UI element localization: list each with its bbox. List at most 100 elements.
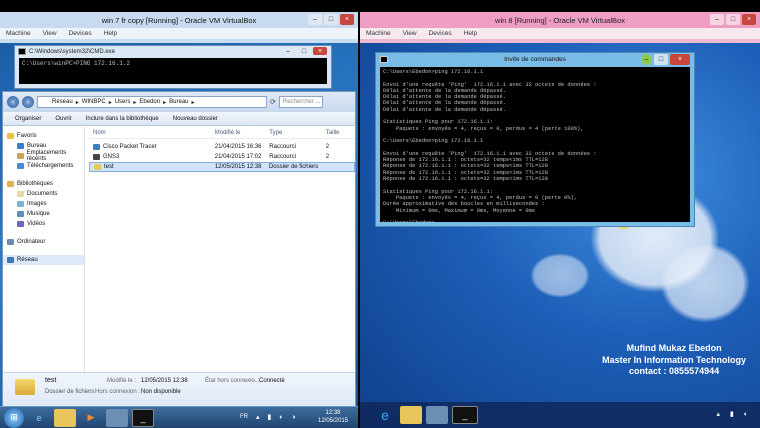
file-type: Dossier de fichiers <box>268 164 319 170</box>
crumb-bureau[interactable]: Bureau <box>169 99 188 105</box>
cmd-minimize-button[interactable]: – <box>281 47 295 55</box>
close-button[interactable]: × <box>742 14 756 25</box>
menu-help[interactable]: Help <box>104 30 117 37</box>
crumb-reseau[interactable]: Réseau <box>52 99 73 105</box>
menu-machine[interactable]: Machine <box>366 30 391 37</box>
minimize-button[interactable]: – <box>710 14 724 25</box>
column-modified[interactable]: Modifié le <box>215 130 270 136</box>
nav-item-music[interactable]: Musique <box>3 209 84 219</box>
cmd8-maximize-button[interactable]: □ <box>654 54 668 65</box>
nav-item-videos[interactable]: Vidéos <box>3 219 84 229</box>
cmd-maximize-button[interactable]: □ <box>297 47 311 55</box>
language-indicator[interactable]: FR <box>240 414 248 420</box>
images-icon <box>17 201 24 207</box>
nav-item-documents[interactable]: Documents <box>3 189 84 199</box>
clock-date: 12/05/2015 <box>318 418 349 424</box>
file-list: Nom Modifié le Type Taille Cisco Packet … <box>89 127 355 372</box>
column-name[interactable]: Nom <box>89 130 215 136</box>
crumb-ebedon[interactable]: Ebedon <box>139 99 160 105</box>
refresh-icon[interactable]: ⟳ <box>270 98 276 106</box>
nav-label: Bibliothèques <box>17 181 54 187</box>
navigation-pane: Favoris Bureau Emplacements récents Télé… <box>3 127 85 372</box>
breadcrumb[interactable]: Réseau ▸ WINBPC ▸ Users ▸ Ebedon ▸ Bureau ▸ <box>37 96 267 108</box>
nav-libraries[interactable]: Bibliothèques <box>3 179 84 189</box>
explorer-taskbar-icon[interactable] <box>54 408 76 427</box>
file-size: 2 <box>325 154 330 160</box>
tray-icons[interactable]: ▴ ▮ ◐ ◑ <box>256 413 299 421</box>
file-row-selected[interactable]: test 12/05/2015 12:38 Dossier de fichier… <box>89 162 355 172</box>
menu-machine[interactable]: Machine <box>6 30 31 37</box>
internet-explorer-icon[interactable]: e <box>28 409 50 427</box>
new-folder-button[interactable]: Nouveau dossier <box>173 116 218 122</box>
maximize-button[interactable]: □ <box>324 14 338 25</box>
menu-help[interactable]: Help <box>464 30 477 37</box>
details-modified-label: Modifié le : <box>107 378 137 384</box>
right-vm-window: win 8 [Running] - Oracle VM VirtualBox –… <box>360 12 760 428</box>
nav-label: Images <box>27 201 47 207</box>
internet-explorer-icon[interactable]: e <box>374 406 396 424</box>
maximize-button[interactable]: □ <box>726 14 740 25</box>
forward-icon[interactable]: › <box>22 96 34 108</box>
nav-label: Téléchargements <box>27 163 74 169</box>
cmd8-close-button[interactable]: × <box>670 54 690 65</box>
cmd-icon <box>380 56 388 63</box>
network-taskbar-icon[interactable] <box>106 408 128 427</box>
menu-view[interactable]: View <box>403 30 417 37</box>
cmd-close-button[interactable]: × <box>313 47 327 55</box>
nav-label: Vidéos <box>27 221 46 227</box>
organize-button[interactable]: Organiser <box>15 116 41 122</box>
crumb-winbpc[interactable]: WINBPC <box>82 99 106 105</box>
credit-name: Mufind Mukaz Ebedon <box>626 343 722 353</box>
close-button[interactable]: × <box>340 14 354 25</box>
file-name: GNS3 <box>103 154 120 160</box>
media-player-icon[interactable]: ▶ <box>80 409 102 427</box>
right-vm-title: win 8 [Running] - Oracle VM VirtualBox <box>495 15 625 25</box>
include-library-button[interactable]: Inclure dans la bibliothèque <box>86 116 159 122</box>
wallpaper-flower <box>660 243 750 323</box>
cmd-taskbar-icon[interactable]: _ <box>132 408 154 427</box>
cmd8-minimize-button[interactable]: – <box>641 54 652 65</box>
left-vm-window: win 7 fr copy [Running] - Oracle VM Virt… <box>0 12 358 428</box>
cmd-title: C:\Windows\system32\CMD.exe <box>29 48 116 55</box>
details-name: test <box>45 377 57 384</box>
folder-icon <box>15 379 35 395</box>
menu-view[interactable]: View <box>43 30 57 37</box>
file-row[interactable]: Cisco Packet Tracer 21/04/2015 16:36 Rac… <box>89 142 355 152</box>
cmd-taskbar-icon[interactable]: _ <box>452 406 478 424</box>
left-vm-menubar: Machine View Devices Help <box>0 28 358 39</box>
file-row[interactable]: GNS3 21/04/2015 17:02 Raccourci 2 <box>89 152 355 162</box>
column-size[interactable]: Taille <box>326 130 355 136</box>
nav-item-downloads[interactable]: Téléchargements <box>3 161 84 171</box>
nav-item-recent[interactable]: Emplacements récents <box>3 150 84 162</box>
start-button-icon[interactable]: ⊞ <box>4 407 24 428</box>
music-icon <box>17 211 24 217</box>
back-icon[interactable]: ‹ <box>7 96 19 108</box>
menu-devices[interactable]: Devices <box>69 30 92 37</box>
cmd-line: C:\Users\winPC>PING 172.16.1.2 <box>22 60 131 67</box>
search-input[interactable]: Rechercher ... <box>278 96 323 108</box>
win7-cmd-window[interactable]: C:\Windows\system32\CMD.exe – □ × C:\Use… <box>14 45 332 89</box>
menu-devices[interactable]: Devices <box>429 30 452 37</box>
nav-computer[interactable]: Ordinateur <box>3 237 84 247</box>
nav-label: Bureau <box>27 143 47 149</box>
nav-item-images[interactable]: Images <box>3 199 84 209</box>
tray-icons[interactable]: ▴ ▮ ◐ <box>717 410 752 418</box>
nav-label: Réseau <box>17 257 38 263</box>
clock[interactable]: 12:38 12/05/2015 <box>318 409 348 425</box>
open-button[interactable]: Ouvrir <box>55 116 71 122</box>
column-type[interactable]: Type <box>269 130 325 136</box>
gns3-icon <box>93 154 100 160</box>
explorer-taskbar-icon[interactable] <box>400 406 422 424</box>
cmd-console[interactable]: C:\Users\winPC>PING 172.16.1.2 <box>19 58 327 84</box>
cmd8-console[interactable]: C:\Users\Ebedon>ping 172.16.1.1 Envoi d'… <box>380 67 690 222</box>
cmd8-title: Invite de commandes <box>504 56 566 63</box>
minimize-button[interactable]: – <box>308 14 322 25</box>
nav-network[interactable]: Réseau <box>3 255 84 265</box>
cmd-titlebar: C:\Windows\system32\CMD.exe – □ × <box>15 46 331 57</box>
win8-cmd-window[interactable]: Invite de commandes – □ × C:\Users\Ebedo… <box>375 52 695 227</box>
crumb-users[interactable]: Users <box>115 99 131 105</box>
file-name: test <box>104 164 114 170</box>
network-taskbar-icon[interactable] <box>426 406 448 424</box>
credit-contact: contact : 0855574944 <box>629 366 720 376</box>
nav-favorites[interactable]: Favoris <box>3 131 84 141</box>
